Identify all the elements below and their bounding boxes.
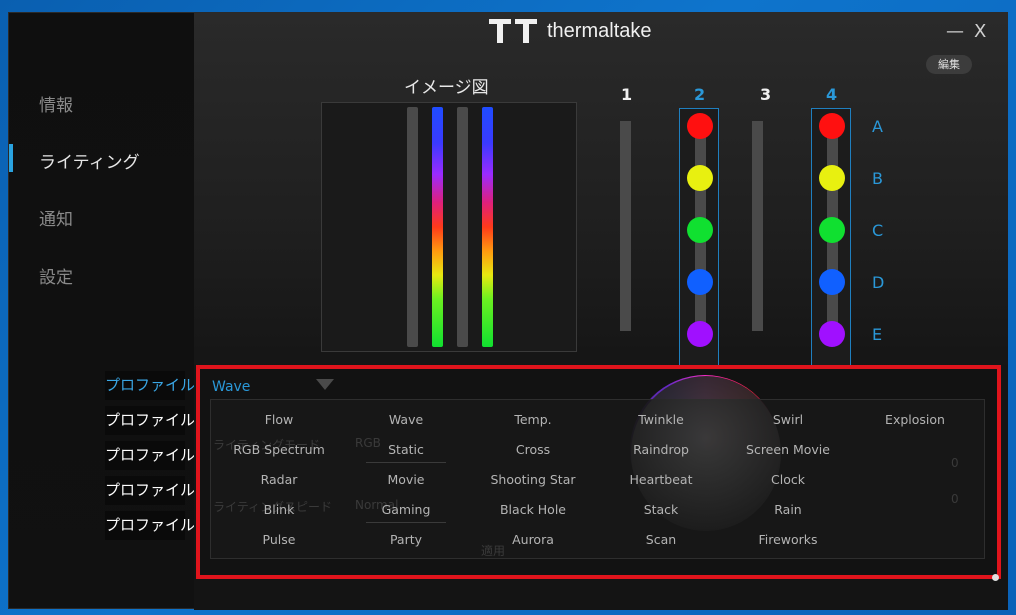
- profile-1-button[interactable]: プロファイル 1: [105, 371, 209, 400]
- close-button[interactable]: X: [974, 21, 986, 42]
- effect-party[interactable]: Party: [342, 532, 470, 547]
- effect-scan[interactable]: Scan: [597, 532, 725, 547]
- profile-4-button[interactable]: プロファイル 4: [105, 476, 209, 505]
- effects-list: ライティングモード RGB ライティングスピード Normal 0 0 適用 F…: [210, 376, 985, 559]
- effect-static[interactable]: Static: [342, 442, 470, 463]
- fan-2-led-c[interactable]: [687, 217, 713, 243]
- minimize-button[interactable]: —: [946, 21, 964, 42]
- preview-fan-bar-2: [432, 107, 443, 347]
- sidebar-item-lighting[interactable]: ライティング: [39, 148, 140, 173]
- effect-fireworks[interactable]: Fireworks: [724, 532, 852, 547]
- fan-4-led-c[interactable]: [819, 217, 845, 243]
- lighting-mode-dropdown-panel: Wave ライティングモード RGB ライティングスピード Normal 0 0…: [196, 365, 1001, 579]
- fan-4-column[interactable]: [811, 108, 851, 370]
- dropdown-arrow-icon[interactable]: [316, 379, 334, 390]
- led-row-label-a: A: [872, 117, 883, 136]
- effect-raindrop[interactable]: Raindrop: [597, 442, 725, 457]
- ghost-value-b: 0: [951, 492, 959, 506]
- led-row-label-d: D: [872, 273, 885, 292]
- fan-2-number: 2: [694, 85, 706, 104]
- fan-4-led-a[interactable]: [819, 113, 845, 139]
- fan-2-led-b[interactable]: [687, 165, 713, 191]
- effect-aurora[interactable]: Aurora: [469, 532, 597, 547]
- effect-shooting-star[interactable]: Shooting Star: [469, 472, 597, 487]
- fan-3-number: 3: [760, 85, 772, 104]
- effect-black-hole[interactable]: Black Hole: [469, 502, 597, 517]
- effect-pulse[interactable]: Pulse: [215, 532, 343, 547]
- effect-screen-movie[interactable]: Screen Movie: [724, 442, 852, 457]
- preview-image: [321, 102, 577, 352]
- preview-fan-bar-1: [407, 107, 418, 347]
- thermaltake-logo-icon: [489, 19, 537, 43]
- fan-1-number: 1: [621, 85, 633, 104]
- ghost-value-g: 0: [951, 456, 959, 470]
- fan-2-column[interactable]: [679, 108, 719, 370]
- profile-3-button[interactable]: プロファイル 3: [105, 441, 209, 470]
- brand-name: thermaltake: [547, 19, 652, 42]
- effect-clock[interactable]: Clock: [724, 472, 852, 487]
- edit-button[interactable]: 編集: [926, 55, 972, 74]
- preview-fan-bar-4: [482, 107, 493, 347]
- sidebar-item-info[interactable]: 情報: [39, 91, 73, 116]
- sidebar-item-notifications[interactable]: 通知: [39, 205, 73, 230]
- sidebar: 情報 ライティング 通知 設定 プロファイル 1 プロファイル 2 プロファイル…: [9, 13, 209, 608]
- effect-swirl[interactable]: Swirl: [724, 412, 852, 427]
- lighting-main-area: thermaltake — X 編集 イメージ図 1 2 3 4 A B C D…: [194, 13, 1008, 370]
- selected-mode-label[interactable]: Wave: [212, 379, 250, 395]
- brand-header: thermaltake: [489, 19, 652, 43]
- fan-2-led-e[interactable]: [687, 321, 713, 347]
- effect-flow[interactable]: Flow: [215, 412, 343, 427]
- effect-gaming[interactable]: Gaming: [342, 502, 470, 523]
- led-row-label-c: C: [872, 221, 884, 240]
- fan-2-led-d[interactable]: [687, 269, 713, 295]
- effect-radar[interactable]: Radar: [215, 472, 343, 487]
- effect-twinkle[interactable]: Twinkle: [597, 412, 725, 427]
- effect-cross[interactable]: Cross: [469, 442, 597, 457]
- active-nav-indicator: [9, 144, 13, 172]
- corner-indicator-icon: [992, 574, 999, 581]
- effect-stack[interactable]: Stack: [597, 502, 725, 517]
- app-window: 情報 ライティング 通知 設定 プロファイル 1 プロファイル 2 プロファイル…: [8, 12, 1008, 610]
- led-row-label-e: E: [872, 325, 883, 344]
- profile-2-button[interactable]: プロファイル 2: [105, 406, 209, 435]
- effect-wave[interactable]: Wave: [342, 412, 470, 427]
- sidebar-item-settings[interactable]: 設定: [39, 263, 73, 288]
- effect-rgb-spectrum[interactable]: RGB Spectrum: [215, 442, 343, 457]
- preview-fan-bar-3: [457, 107, 468, 347]
- fan-2-led-a[interactable]: [687, 113, 713, 139]
- preview-title: イメージ図: [404, 78, 489, 98]
- fan-4-number: 4: [826, 85, 838, 104]
- profile-5-button[interactable]: プロファイル 5: [105, 511, 209, 540]
- effect-explosion[interactable]: Explosion: [851, 412, 979, 427]
- fan-4-led-b[interactable]: [819, 165, 845, 191]
- effect-temp[interactable]: Temp.: [469, 412, 597, 427]
- effect-movie[interactable]: Movie: [342, 472, 470, 487]
- effect-blink[interactable]: Blink: [215, 502, 343, 517]
- fan-4-led-d[interactable]: [819, 269, 845, 295]
- fan-1-strip[interactable]: [620, 121, 631, 331]
- effect-heartbeat[interactable]: Heartbeat: [597, 472, 725, 487]
- led-row-label-b: B: [872, 169, 883, 188]
- effect-rain[interactable]: Rain: [724, 502, 852, 517]
- fan-4-led-e[interactable]: [819, 321, 845, 347]
- fan-3-strip[interactable]: [752, 121, 763, 331]
